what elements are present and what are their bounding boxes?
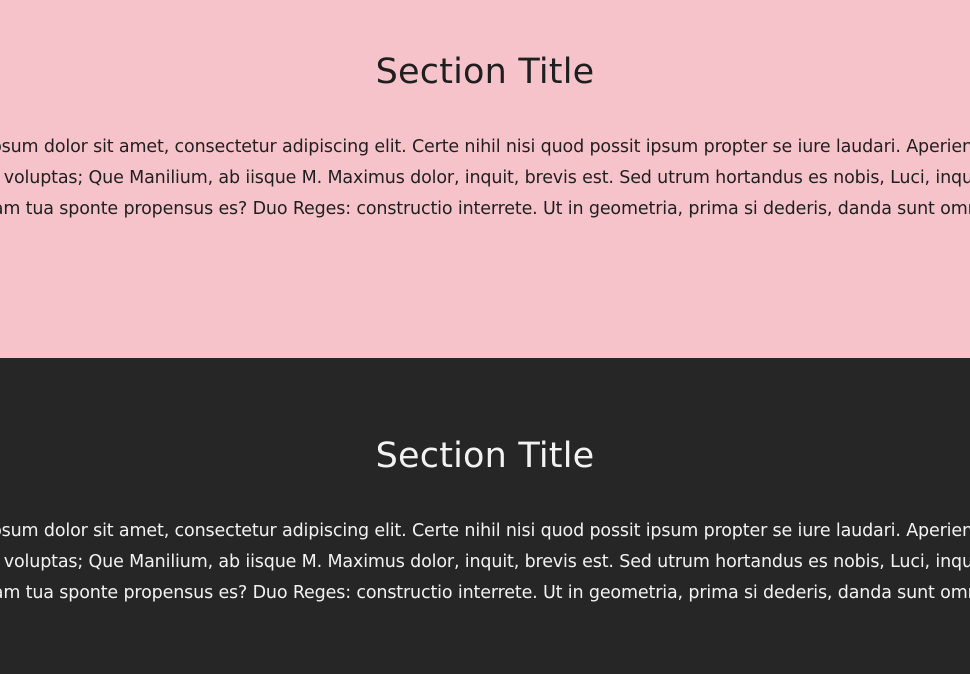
paragraph-line: igitur voluptas; Que Manilium, ab iisque… — [0, 168, 970, 188]
section-paragraph: Lorem ipsum dolor sit amet, consectetur … — [0, 132, 970, 225]
dark-section: Section Title Lorem ipsum dolor sit amet… — [0, 358, 970, 674]
paragraph-line: etiam tua sponte propensus es? Duo Reges… — [0, 199, 970, 219]
pink-section: Section Title Lorem ipsum dolor sit amet… — [0, 0, 970, 358]
paragraph-line: etiam tua sponte propensus es? Duo Reges… — [0, 583, 970, 603]
section-paragraph: Lorem ipsum dolor sit amet, consectetur … — [0, 516, 970, 609]
section-title: Section Title — [375, 52, 595, 92]
paragraph-line: Lorem ipsum dolor sit amet, consectetur … — [0, 521, 970, 541]
paragraph-line: Lorem ipsum dolor sit amet, consectetur … — [0, 137, 970, 157]
section-title: Section Title — [375, 436, 595, 476]
paragraph-line: igitur voluptas; Que Manilium, ab iisque… — [0, 552, 970, 572]
